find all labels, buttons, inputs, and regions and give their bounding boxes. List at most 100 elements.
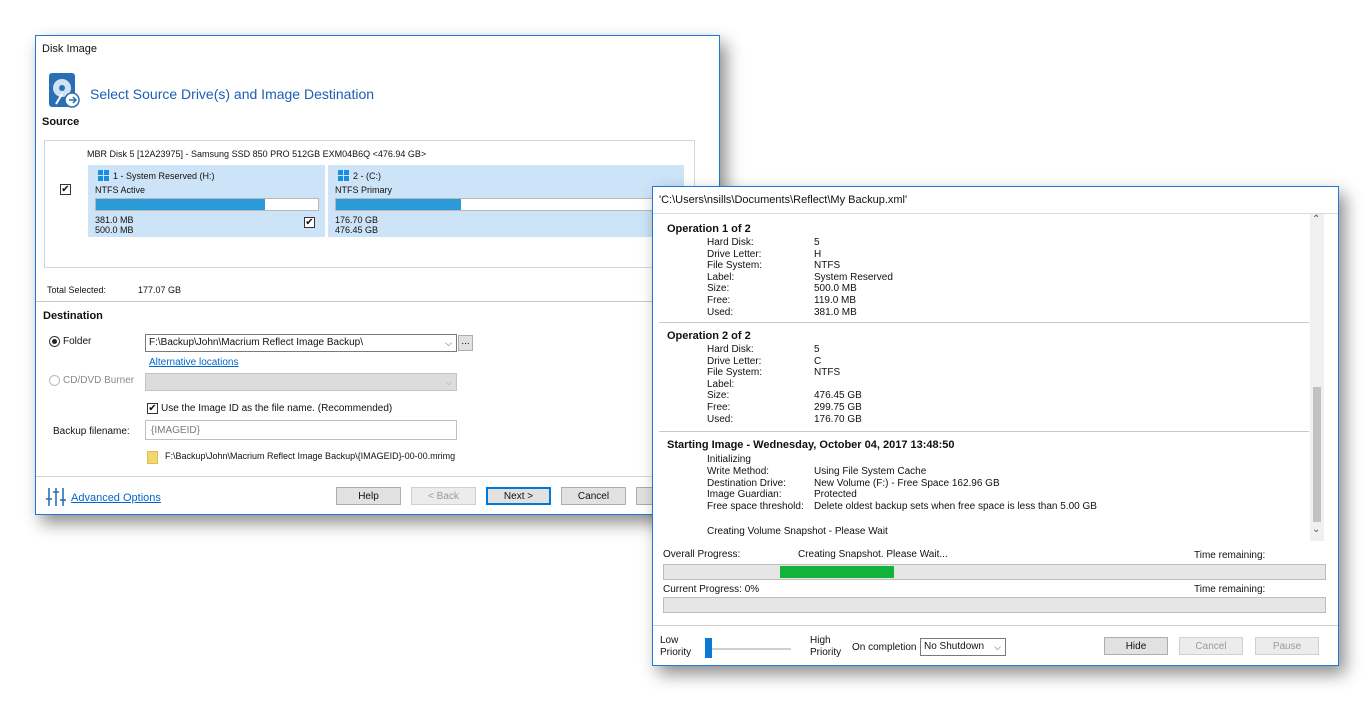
op2-detail-row: Used: 176.70 GB <box>707 414 1307 426</box>
op1-detail-row: Used: 381.0 MB <box>707 307 1307 319</box>
op2-detail-value: C <box>814 355 822 367</box>
next-button[interactable]: Next > <box>486 487 551 505</box>
sliders-icon[interactable] <box>46 487 66 507</box>
folder-label: Folder <box>63 336 92 347</box>
overall-progress-status: Creating Snapshot. Please Wait... <box>798 549 948 560</box>
low-priority-label: Low Priority <box>660 635 692 658</box>
partition-1-checkbox[interactable]: ✔ <box>304 217 315 228</box>
op2-heading: Operation 2 of 2 <box>667 330 751 342</box>
op2-details: Hard Disk: 5 Drive Letter: C File System: NTF… <box>707 344 1307 425</box>
op2-detail-key: Size: <box>707 390 730 402</box>
on-completion-label: On completion <box>852 642 917 653</box>
folder-radio[interactable] <box>49 336 60 347</box>
scrollbar-thumb[interactable] <box>1313 387 1321 522</box>
backup-filename-placeholder: {IMAGEID} <box>151 425 200 436</box>
pause-button[interactable]: Pause <box>1255 637 1319 655</box>
op2-divider <box>659 431 1309 432</box>
current-time-remaining: Time remaining: <box>1194 584 1266 595</box>
progress-cancel-button[interactable]: Cancel <box>1179 637 1243 655</box>
overall-progress-label: Overall Progress: <box>663 549 741 560</box>
op2-detail-key: Used: <box>707 413 734 425</box>
hide-button[interactable]: Hide <box>1104 637 1168 655</box>
overall-time-remaining: Time remaining: <box>1194 550 1266 561</box>
help-button[interactable]: Help <box>336 487 401 505</box>
op2-detail-key: File System: <box>707 367 763 379</box>
folder-path-value: F:\Backup\John\Macrium Reflect Image Bac… <box>149 337 363 348</box>
op1-detail-row: File System: NTFS <box>707 260 1307 272</box>
backup-filename-input[interactable]: {IMAGEID} <box>145 420 457 440</box>
cd-dvd-label: CD/DVD Burner <box>63 375 135 386</box>
op2-detail-value: 476.45 GB <box>814 390 862 402</box>
partition-1-used: 381.0 MB <box>95 215 134 225</box>
op1-detail-row: Drive Letter: H <box>707 249 1307 261</box>
partition-2-usage-fill <box>336 199 462 210</box>
op1-detail-key: Size: <box>707 283 730 295</box>
page-heading: Select Source Drive(s) and Image Destina… <box>90 86 375 102</box>
op1-detail-row: Size: 500.0 MB <box>707 283 1307 295</box>
op2-detail-row: Label: <box>707 379 1307 391</box>
start-detail-row: Write Method: Using File System Cache <box>707 466 1307 478</box>
progress-window-title: 'C:\Users\nsills\Documents\Reflect\My Ba… <box>659 194 908 206</box>
op1-detail-row: Label: System Reserved <box>707 272 1307 284</box>
log-panel[interactable]: Operation 1 of 2 Hard Disk: 5 Drive Letter… <box>653 214 1323 541</box>
source-label: Source <box>42 116 80 128</box>
total-selected-value: 177.07 GB <box>138 285 182 295</box>
backup-filename-label: Backup filename: <box>53 426 130 437</box>
partition-1-total: 500.0 MB <box>95 225 134 235</box>
op2-detail-key: Free: <box>707 401 731 413</box>
op1-detail-key: Drive Letter: <box>707 248 762 260</box>
use-image-id-checkbox[interactable]: ✔ <box>147 403 158 414</box>
cd-dvd-combo[interactable]: ⌵ <box>145 373 457 391</box>
chevron-down-icon: ⌵ <box>994 642 1001 652</box>
back-button[interactable]: < Back <box>411 487 476 505</box>
windows-icon <box>98 170 109 181</box>
op2-detail-value: 5 <box>814 344 820 355</box>
op1-heading: Operation 1 of 2 <box>667 223 751 235</box>
slider-track <box>705 648 791 650</box>
on-completion-select[interactable]: No Shutdown ⌵ <box>920 638 1006 656</box>
advanced-options-link[interactable]: Advanced Options <box>71 492 161 504</box>
partition-2[interactable]: 2 - (C:) NTFS Primary 176.70 GB 476.45 G… <box>328 165 684 237</box>
partition-2-total: 476.45 GB <box>335 225 379 235</box>
chevron-down-icon[interactable]: ⌄ <box>1312 524 1320 535</box>
op1-detail-value: System Reserved <box>814 271 893 283</box>
destination-label: Destination <box>43 310 103 322</box>
op2-detail-row: Hard Disk: 5 <box>707 344 1307 356</box>
start-detail-value: Delete oldest backup sets when free spac… <box>814 500 1097 512</box>
partition-1-fs: NTFS Active <box>95 185 146 195</box>
overall-progress-bar <box>663 564 1326 580</box>
cd-dvd-radio[interactable] <box>49 375 60 386</box>
overall-progress-fill <box>780 566 894 578</box>
priority-slider[interactable] <box>703 636 793 660</box>
op1-detail-row: Hard Disk: 5 <box>707 237 1307 249</box>
op1-details: Hard Disk: 5 Drive Letter: H File System: NTF… <box>707 237 1307 318</box>
footer-divider <box>36 476 719 477</box>
log-scrollbar[interactable]: ⌃ ⌄ <box>1310 214 1324 541</box>
source-panel: MBR Disk 5 [12A23975] - Samsung SSD 850 … <box>44 140 695 268</box>
op2-detail-value: 176.70 GB <box>814 413 862 425</box>
op1-detail-value: 119.0 MB <box>814 294 857 306</box>
start-detail-row: Image Guardian: Protected <box>707 489 1307 501</box>
slider-thumb[interactable] <box>705 638 712 658</box>
chevron-up-icon[interactable]: ⌃ <box>1312 214 1320 225</box>
op2-detail-row: Drive Letter: C <box>707 356 1307 368</box>
folder-icon <box>147 451 158 464</box>
start-details: Write Method: Using File System Cache Dest… <box>707 466 1307 512</box>
start-detail-row: Destination Drive: New Volume (F:) - Free… <box>707 478 1307 490</box>
op1-detail-key: Label: <box>707 271 735 283</box>
folder-path-combo[interactable]: F:\Backup\John\Macrium Reflect Image Bac… <box>145 334 457 352</box>
partition-2-fs: NTFS Primary <box>335 185 392 195</box>
op2-detail-key: Label: <box>707 378 735 390</box>
current-progress-bar <box>663 597 1326 613</box>
op2-detail-value: NTFS <box>814 367 841 379</box>
op1-detail-key: File System: <box>707 260 763 272</box>
op1-detail-key: Used: <box>707 306 734 318</box>
browse-button[interactable]: ... <box>458 335 473 351</box>
disk-checkbox[interactable]: ✔ <box>60 184 71 195</box>
partition-1[interactable]: 1 - System Reserved (H:) NTFS Active 381… <box>88 165 325 237</box>
alternative-locations-link[interactable]: Alternative locations <box>149 357 239 368</box>
cancel-button[interactable]: Cancel <box>561 487 626 505</box>
file-path: F:\Backup\John\Macrium Reflect Image Bac… <box>165 451 456 461</box>
footer-divider <box>653 625 1338 626</box>
start-detail-key: Free space threshold: <box>707 500 804 512</box>
